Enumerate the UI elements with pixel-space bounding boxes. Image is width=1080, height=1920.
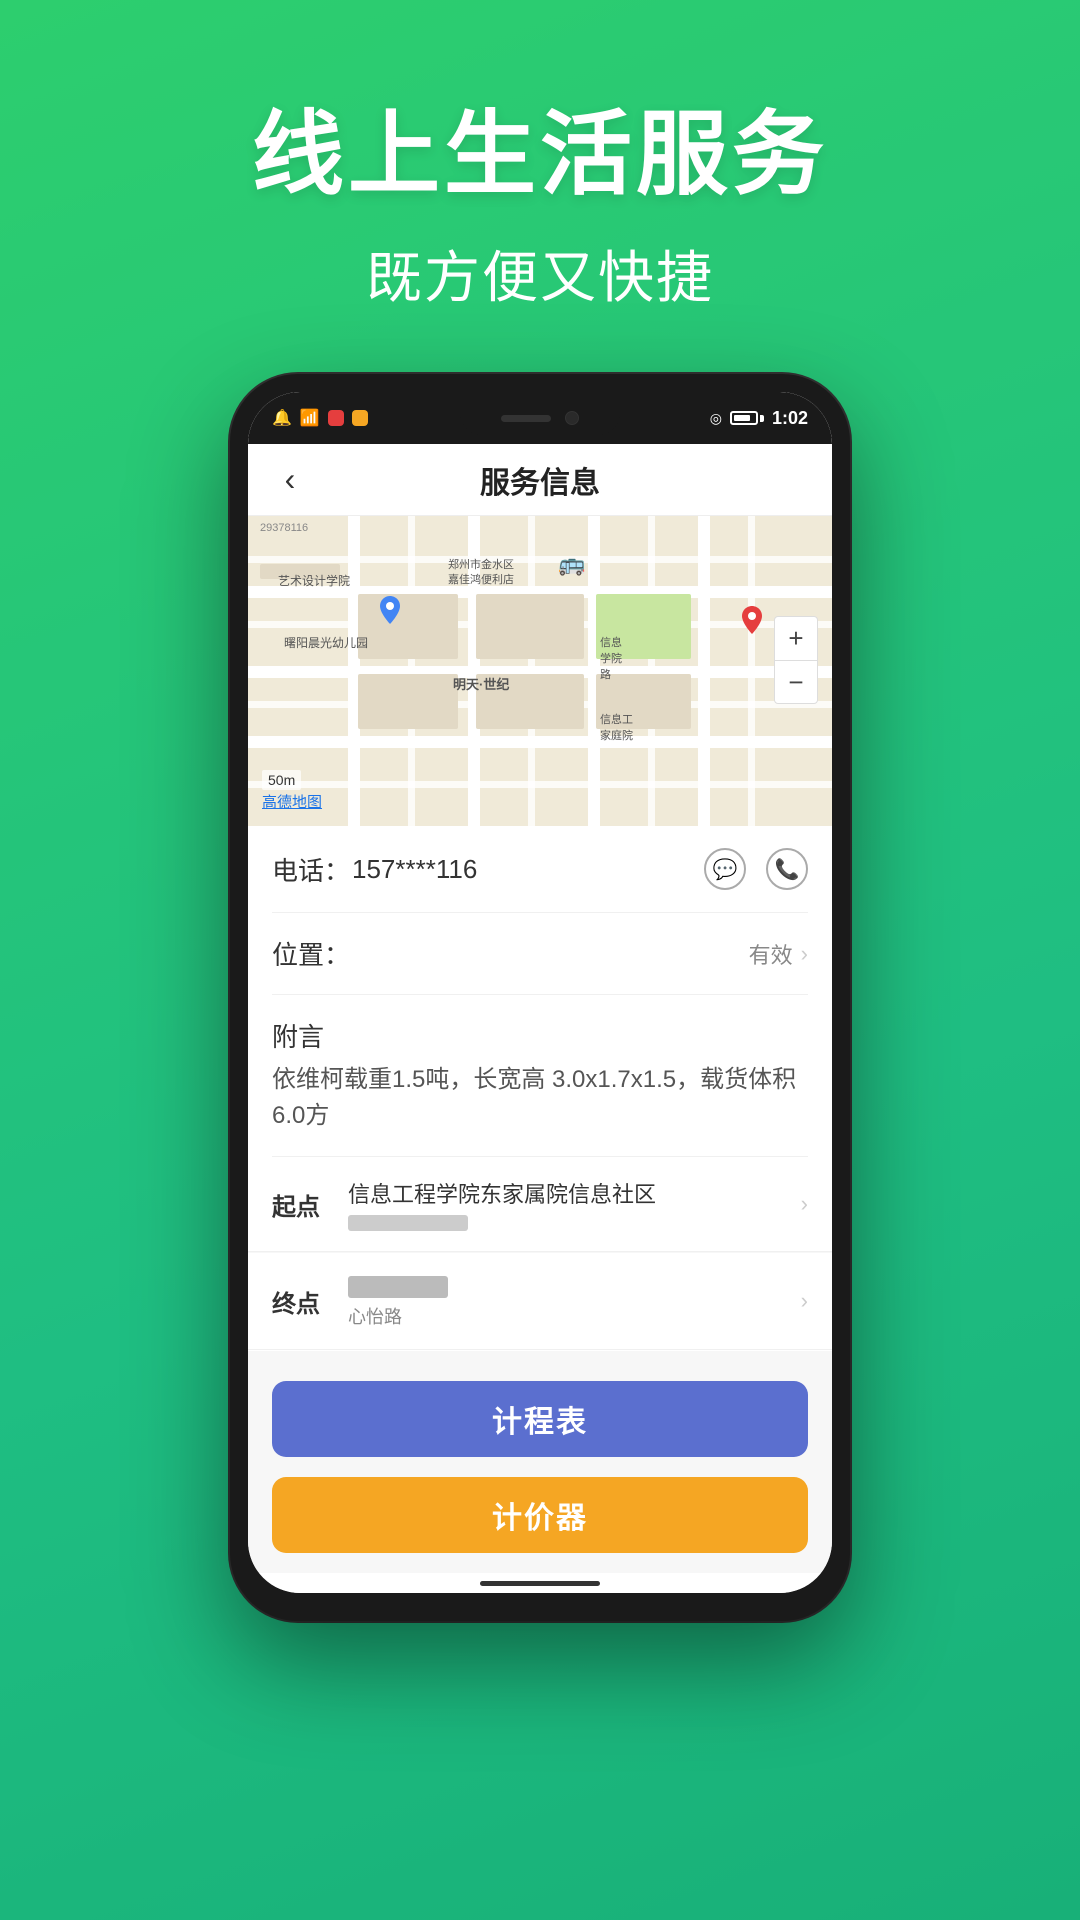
map-zoom-out-button[interactable]: − (774, 660, 818, 704)
chat-icon-glyph: 💬 (713, 857, 738, 882)
contact-icons: 💬 📞 (704, 848, 808, 890)
phone-value: 157****116 (352, 854, 704, 885)
map-area[interactable]: 29378116 艺术设计学院 郑州市金水区嘉佳鸿便利店 曙阳晨光幼儿园 明天·… (248, 516, 832, 826)
app-navbar: ‹ 服务信息 (248, 444, 832, 516)
start-chevron: › (801, 1191, 808, 1217)
road (348, 516, 360, 826)
start-point-row[interactable]: 起点 信息工程学院东家属院信息社区 › (248, 1157, 832, 1252)
time-display: 1:02 (772, 408, 808, 429)
start-label: 起点 (272, 1187, 332, 1222)
location-chevron: › (801, 941, 808, 967)
remark-label: 附言 (272, 1017, 808, 1054)
status-bar-right: ◎ 1:02 (710, 408, 808, 429)
app-icon-red (328, 410, 344, 426)
location-row[interactable]: 位置： 有效 › (272, 913, 808, 995)
location-status: 有效 (749, 938, 793, 970)
speaker (501, 415, 551, 422)
map-background: 29378116 艺术设计学院 郑州市金水区嘉佳鸿便利店 曙阳晨光幼儿园 明天·… (248, 516, 832, 826)
end-point-row[interactable]: 终点 心怡路 › (248, 1253, 832, 1350)
map-id-label: 29378116 (260, 522, 308, 534)
map-art-label: 艺术设计学院 (278, 572, 350, 589)
road (528, 516, 535, 826)
gaode-link[interactable]: 高德地图 (262, 791, 322, 812)
map-marker-red (738, 606, 766, 642)
map-controls: + − (774, 616, 818, 704)
call-button[interactable]: 📞 (766, 848, 808, 890)
schedule-button[interactable]: 计程表 (272, 1381, 808, 1457)
phone-row: 电话： 157****116 💬 📞 (272, 826, 808, 913)
map-block (476, 594, 584, 659)
road (248, 736, 832, 748)
road (748, 516, 755, 826)
service-info-section: 电话： 157****116 💬 📞 位置： (248, 826, 832, 1157)
subline: 既方便又快捷 (366, 233, 714, 314)
map-block (358, 674, 458, 729)
road (588, 516, 600, 826)
bottom-bar (248, 1573, 832, 1593)
notification-icon: 🔔 (272, 408, 292, 428)
headline: 线上生活服务 (252, 80, 828, 213)
start-detail: 信息工程学院东家属院信息社区 (348, 1177, 801, 1231)
map-block (358, 594, 458, 659)
home-indicator (480, 1581, 600, 1586)
phone-screen: 🔔 📶 ◎ (248, 392, 832, 1593)
camera (565, 411, 579, 425)
calculator-button[interactable]: 计价器 (272, 1477, 808, 1553)
road (648, 516, 655, 826)
location-label: 位置： (272, 935, 352, 972)
road (248, 781, 832, 788)
back-icon: ‹ (285, 461, 296, 498)
back-button[interactable]: ‹ (268, 458, 312, 502)
status-bar: 🔔 📶 ◎ (248, 392, 832, 444)
end-label: 终点 (272, 1284, 332, 1319)
map-store-label: 郑州市金水区嘉佳鸿便利店 (448, 558, 514, 589)
wifi-icon: 📶 (300, 408, 320, 428)
remark-row: 附言 依维柯载重1.5吨，长宽高 3.0x1.7x1.5，载货体积6.0方 (272, 995, 808, 1157)
map-tomorrow-label: 明天·世纪 (453, 674, 509, 693)
phone-frame: 🔔 📶 ◎ (230, 374, 850, 1621)
button-section: 计程表 计价器 (248, 1351, 832, 1573)
road (698, 516, 710, 826)
phone-mockup: 🔔 📶 ◎ (230, 374, 850, 1621)
battery-icon (730, 411, 764, 425)
location-section: 起点 信息工程学院东家属院信息社区 › 终点 (248, 1157, 832, 1350)
end-detail: 心怡路 (348, 1273, 801, 1329)
start-name: 信息工程学院东家属院信息社区 (348, 1177, 801, 1209)
map-marker-blue (376, 596, 404, 632)
map-info-road-label: 信息学院路 (600, 634, 622, 682)
end-sub: 心怡路 (348, 1303, 801, 1329)
status-bar-left: 🔔 📶 (272, 408, 368, 428)
notch (460, 401, 620, 435)
end-name-blurred (348, 1276, 448, 1298)
map-school-label: 曙阳晨光幼儿园 (284, 634, 368, 651)
bus-icon: 🚌 (558, 551, 585, 577)
phone-label: 电话： (272, 851, 352, 888)
page-title: 服务信息 (312, 458, 768, 502)
start-sub-blurred (348, 1215, 468, 1231)
chat-button[interactable]: 💬 (704, 848, 746, 890)
app-icon-orange (352, 410, 368, 426)
end-name (348, 1273, 801, 1299)
end-chevron: › (801, 1288, 808, 1314)
road (408, 516, 415, 826)
call-icon-glyph: 📞 (775, 857, 800, 882)
map-info-family-label: 信息工家庭院 (600, 711, 633, 743)
map-scale: 50m (262, 770, 301, 790)
background: 线上生活服务 既方便又快捷 🔔 📶 (0, 0, 1080, 1920)
remark-text: 依维柯载重1.5吨，长宽高 3.0x1.7x1.5，载货体积6.0方 (272, 1062, 808, 1134)
location-icon: ◎ (710, 410, 722, 427)
map-zoom-in-button[interactable]: + (774, 616, 818, 660)
road (248, 556, 832, 563)
